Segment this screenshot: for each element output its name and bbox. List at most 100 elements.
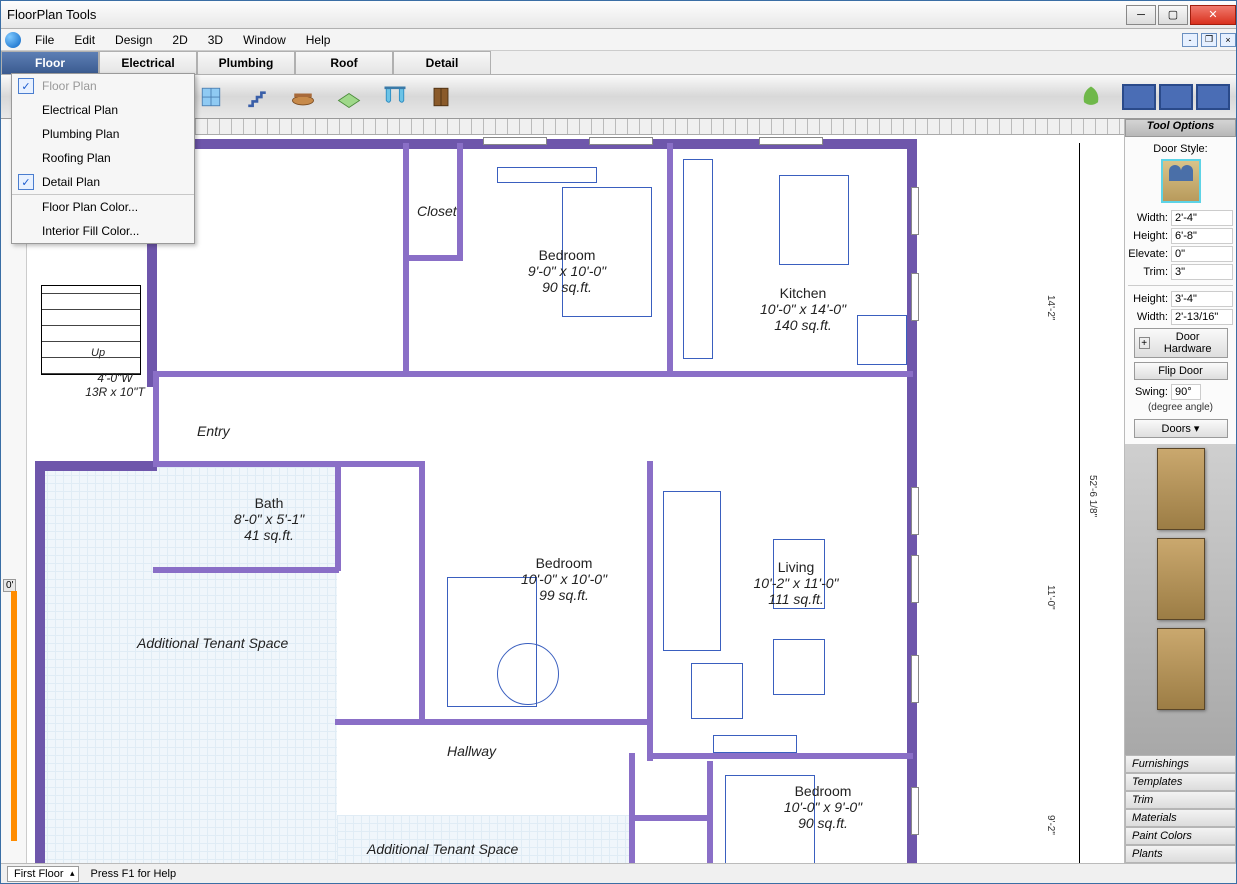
label-closet: Closet (417, 203, 457, 219)
menu-3d[interactable]: 3D (198, 30, 233, 50)
tab-electrical[interactable]: Electrical (99, 51, 197, 74)
wall-int-closet2-l (629, 753, 635, 863)
wall-int-small-h (629, 815, 713, 821)
tool-window-icon[interactable] (193, 79, 229, 115)
wall-int-bath-b (153, 567, 339, 573)
menu-edit[interactable]: Edit (64, 30, 105, 50)
menu-file[interactable]: File (25, 30, 64, 50)
mdi-close-button[interactable]: × (1220, 33, 1236, 47)
input-swing[interactable]: 90° (1171, 384, 1201, 400)
menu-item-electrical[interactable]: Electrical Plan (12, 98, 194, 122)
window-r-1 (911, 187, 919, 235)
close-button[interactable]: ✕ (1190, 5, 1236, 25)
dim-line-total (1079, 143, 1080, 863)
label-bath: Bath8'-0" x 5'-1"41 sq.ft. (209, 495, 329, 543)
floorplan-canvas[interactable]: Closet Bedroom9'-0" x 10'-0"90 sq.ft. Ki… (27, 135, 1124, 863)
doors-dropdown-button[interactable]: Doors ▾ (1134, 419, 1228, 438)
menu-help[interactable]: Help (296, 30, 341, 50)
menu-item-plumbing[interactable]: Plumbing Plan (12, 122, 194, 146)
label-width: Width: (1128, 212, 1168, 224)
furniture-chair2 (773, 639, 825, 695)
mdi-restore-button[interactable]: ❐ (1201, 33, 1217, 47)
wall-int-living-b (647, 753, 913, 759)
wall-int-closet-r (457, 143, 463, 261)
label-swing: Swing: (1128, 386, 1168, 398)
tool-floor-icon[interactable] (331, 79, 367, 115)
wall-exterior-left-lower (35, 467, 45, 863)
label-entry: Entry (197, 423, 230, 439)
tool-curtain-icon[interactable] (377, 79, 413, 115)
view-thumb-1[interactable] (1122, 84, 1156, 110)
input-width2[interactable]: 2'-13/16" (1171, 309, 1233, 325)
menu-item-intcolor[interactable]: Interior Fill Color... (12, 219, 194, 243)
label-kitchen: Kitchen10'-0" x 14'-0"140 sq.ft. (733, 285, 873, 333)
label-tenant2: Additional Tenant Space (367, 841, 518, 857)
furniture-chair3 (691, 663, 743, 719)
input-trim[interactable]: 3" (1171, 264, 1233, 280)
cat-paint[interactable]: Paint Colors (1125, 827, 1236, 845)
library-door-3[interactable] (1157, 628, 1205, 710)
floor-selector[interactable]: First Floor (7, 866, 79, 882)
wall-mid-left (35, 461, 157, 471)
label-living: Living10'-2" x 11'-0"111 sq.ft. (731, 559, 861, 607)
tool-eco-icon[interactable] (1073, 79, 1109, 115)
window-top-1 (483, 137, 547, 145)
menu-window[interactable]: Window (233, 30, 296, 50)
wall-int-h1 (153, 371, 913, 377)
input-height2[interactable]: 3'-4" (1171, 291, 1233, 307)
door-hardware-button[interactable]: +Door Hardware (1134, 328, 1228, 358)
cat-plants[interactable]: Plants (1125, 845, 1236, 863)
menu-item-floorplan[interactable]: ✓Floor Plan (12, 74, 194, 98)
wall-int-hall-l (419, 461, 425, 725)
mdi-minimize-button[interactable]: - (1182, 33, 1198, 47)
menu-item-detail[interactable]: ✓Detail Plan (12, 170, 194, 194)
cat-templates[interactable]: Templates (1125, 773, 1236, 791)
menu-item-fpcolor[interactable]: Floor Plan Color... (12, 194, 194, 219)
status-help: Press F1 for Help (91, 868, 177, 880)
minimize-button[interactable]: ─ (1126, 5, 1156, 25)
tab-floor[interactable]: Floor (1, 51, 99, 74)
dim-seg2: 11'-0" (1045, 585, 1056, 610)
window-title: FloorPlan Tools (7, 7, 1124, 22)
label-stairs: 4'-0"W13R x 10"T (75, 371, 155, 399)
menu-design[interactable]: Design (105, 30, 162, 50)
cat-trim[interactable]: Trim (1125, 791, 1236, 809)
input-width[interactable]: 2'-4" (1171, 210, 1233, 226)
window-r-3 (911, 487, 919, 535)
menu-2d[interactable]: 2D (162, 30, 197, 50)
door-style-preview-icon[interactable] (1161, 159, 1201, 203)
window-r-5 (911, 655, 919, 703)
tab-detail[interactable]: Detail (393, 51, 491, 74)
library-door-2[interactable] (1157, 538, 1205, 620)
panel-doorstyle-label: Door Style: (1153, 143, 1207, 155)
window-top-2 (589, 137, 653, 145)
label-stairs-dir: Up (91, 347, 105, 359)
cat-furnishings[interactable]: Furnishings (1125, 755, 1236, 773)
tab-roof[interactable]: Roof (295, 51, 393, 74)
maximize-button[interactable]: ▢ (1158, 5, 1188, 25)
app-globe-icon[interactable] (5, 32, 21, 48)
furniture-counter (683, 159, 713, 359)
library-door-1[interactable] (1157, 448, 1205, 530)
furniture-tv (713, 735, 797, 753)
tool-options-panel: Tool Options Door Style: Width:2'-4" Hei… (1124, 119, 1236, 863)
menu-item-roofing[interactable]: Roofing Plan (12, 146, 194, 170)
label-width2: Width: (1128, 311, 1168, 323)
dim-total-h: 52'-6 1/8" (1087, 475, 1098, 517)
view-thumb-2[interactable] (1159, 84, 1193, 110)
tool-deck-icon[interactable] (285, 79, 321, 115)
input-height[interactable]: 6'-8" (1171, 228, 1233, 244)
label-bedroom2: Bedroom10'-0" x 10'-0"99 sq.ft. (489, 555, 639, 603)
tool-stairs-icon[interactable] (239, 79, 275, 115)
cat-materials[interactable]: Materials (1125, 809, 1236, 827)
wall-int-bed2-b (419, 719, 647, 725)
tab-plumbing[interactable]: Plumbing (197, 51, 295, 74)
tool-cabinet-icon[interactable] (423, 79, 459, 115)
window-top-3 (759, 137, 823, 145)
menubar: File Edit Design 2D 3D Window Help - ❐ × (1, 29, 1236, 51)
statusbar: First Floor Press F1 for Help (1, 863, 1236, 883)
input-elevate[interactable]: 0" (1171, 246, 1233, 262)
flip-door-button[interactable]: Flip Door (1134, 362, 1228, 380)
view-thumb-3[interactable] (1196, 84, 1230, 110)
label-elevate: Elevate: (1128, 248, 1168, 260)
